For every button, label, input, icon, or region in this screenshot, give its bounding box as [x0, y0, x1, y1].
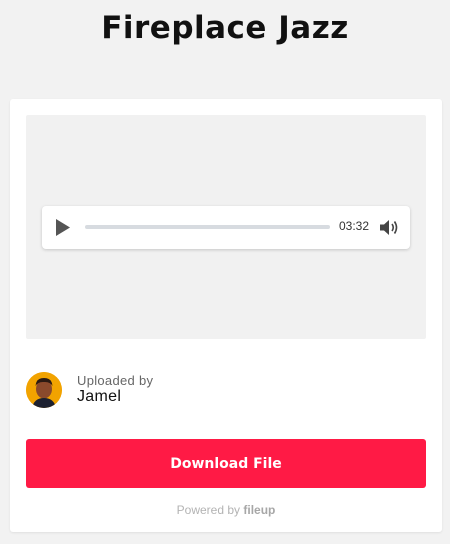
avatar-image	[26, 372, 62, 408]
uploader-name: Jamel	[77, 388, 122, 405]
brand-logo[interactable]: fileup	[243, 503, 275, 517]
progress-track[interactable]	[85, 225, 330, 229]
play-icon[interactable]	[54, 218, 72, 237]
uploaded-by-label: Uploaded by	[77, 373, 154, 388]
page-title: Fireplace Jazz	[101, 10, 349, 46]
media-preview: 03:32	[26, 115, 426, 339]
volume-icon[interactable]	[379, 218, 399, 237]
avatar	[26, 372, 62, 408]
download-button[interactable]: Download File	[26, 439, 426, 488]
audio-player[interactable]: 03:32	[42, 206, 410, 249]
file-card: 03:32 Uploaded by Jamel Download File Po…	[10, 99, 442, 532]
time-display: 03:32	[339, 219, 370, 233]
powered-by[interactable]: Powered by fileup	[10, 503, 442, 517]
powered-by-label: Powered by	[176, 503, 241, 517]
